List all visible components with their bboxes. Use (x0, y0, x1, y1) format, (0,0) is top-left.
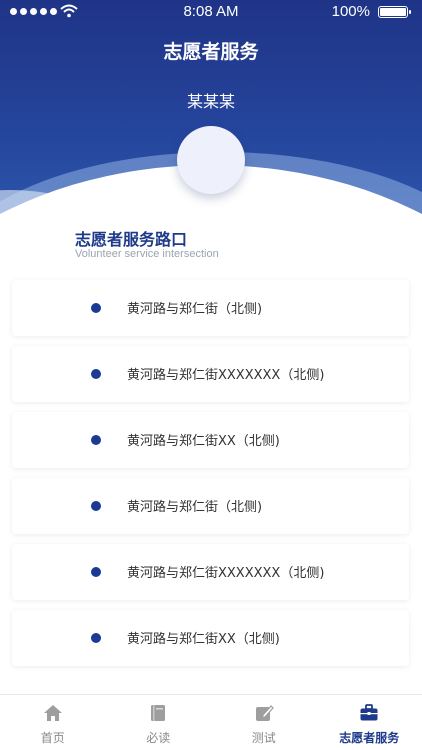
intersection-label: 黄河路与郑仁街（北侧) (127, 500, 263, 515)
tab-test[interactable]: 测试 (211, 695, 317, 750)
status-bar: 8:08 AM 100% (0, 0, 422, 24)
book-icon (151, 705, 166, 721)
tab-label: 首页 (40, 731, 65, 745)
tab-home[interactable]: 首页 (0, 695, 106, 750)
bullet-icon (91, 501, 101, 511)
tab-reading[interactable]: 必读 (106, 695, 212, 750)
bullet-icon (91, 435, 101, 445)
edit-icon (255, 705, 274, 721)
bullet-icon (91, 633, 101, 643)
briefcase-icon (360, 704, 378, 721)
tab-volunteer-service[interactable]: 志愿者服务 (317, 695, 422, 750)
intersection-label: 黄河路与郑仁街XX（北侧) (127, 434, 280, 449)
intersection-item[interactable]: 黄河路与郑仁街XX（北侧) (12, 610, 409, 666)
intersection-item[interactable]: 黄河路与郑仁街（北侧) (12, 280, 409, 336)
intersection-label: 黄河路与郑仁街（北侧) (127, 302, 263, 317)
bullet-icon (91, 567, 101, 577)
user-name: 某某某 (186, 92, 235, 111)
intersection-item[interactable]: 黄河路与郑仁街（北侧) (12, 478, 409, 534)
intersection-list: 黄河路与郑仁街（北侧) 黄河路与郑仁街XXXXXXX（北侧) 黄河路与郑仁街XX… (12, 280, 409, 676)
intersection-label: 黄河路与郑仁街XX（北侧) (127, 632, 280, 647)
tab-label: 志愿者服务 (339, 731, 400, 745)
tab-label: 必读 (146, 731, 171, 745)
intersection-item[interactable]: 黄河路与郑仁街XXXXXXX（北侧) (12, 346, 409, 402)
home-icon (43, 705, 62, 721)
bullet-icon (91, 303, 101, 313)
intersection-item[interactable]: 黄河路与郑仁街XX（北侧) (12, 412, 409, 468)
battery-icon (378, 6, 411, 18)
page-title: 志愿者服务 (163, 41, 259, 63)
intersection-item[interactable]: 黄河路与郑仁街XXXXXXX（北侧) (12, 544, 409, 600)
bottom-tab-bar: 首页 必读 测试 志愿者服务 (0, 694, 422, 750)
avatar[interactable] (177, 126, 245, 194)
section-title: 志愿者服务路口 (75, 230, 188, 249)
tab-label: 测试 (251, 731, 276, 745)
section-subtitle: Volunteer service intersection (75, 248, 219, 260)
battery-percentage: 100% (331, 3, 370, 20)
intersection-label: 黄河路与郑仁街XXXXXXX（北侧) (127, 566, 325, 581)
bullet-icon (91, 369, 101, 379)
intersection-label: 黄河路与郑仁街XXXXXXX（北侧) (127, 368, 325, 383)
